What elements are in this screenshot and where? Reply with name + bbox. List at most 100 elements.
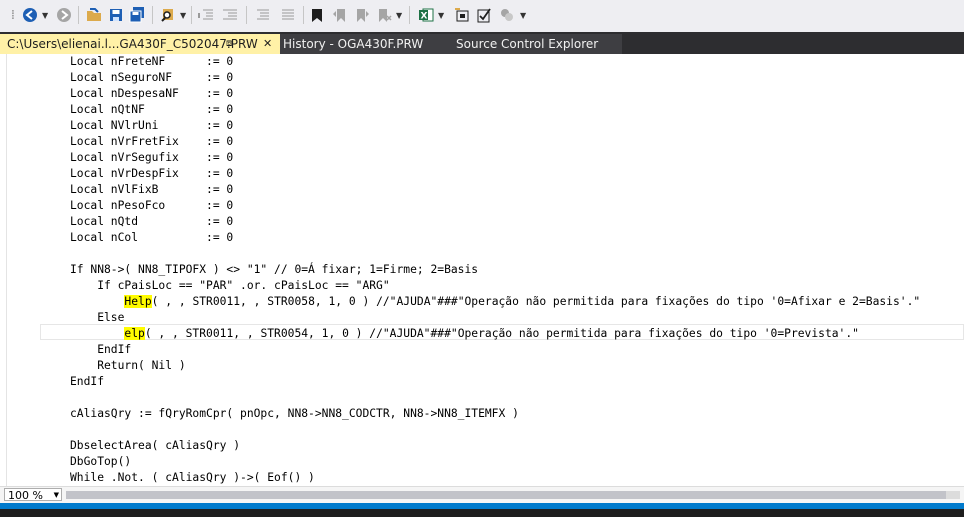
code-line[interactable]: Return( Nil ) bbox=[70, 358, 920, 374]
open-folder-icon[interactable] bbox=[84, 6, 104, 24]
code-line[interactable]: If cPaisLoc == "PAR" .or. cPaisLoc == "A… bbox=[70, 278, 920, 294]
indent-icon[interactable] bbox=[220, 6, 240, 24]
code-text: Local nVrDespFix := 0 bbox=[70, 167, 234, 180]
toolbar: ⁞ ▼ ▼ ▼ X ▼ ▼ bbox=[0, 0, 964, 32]
code-line[interactable]: Help( , , STR0011, , STR0058, 1, 0 ) //"… bbox=[70, 294, 920, 310]
code-line[interactable]: DbGoTop() bbox=[70, 454, 920, 470]
outdent-icon[interactable] bbox=[196, 6, 216, 24]
toolbar-separator bbox=[303, 6, 304, 24]
code-text: Else bbox=[70, 311, 125, 324]
code-line[interactable]: Local nVlFixB := 0 bbox=[70, 182, 920, 198]
code-line[interactable]: EndIf bbox=[70, 374, 920, 390]
code-text: Local nVlFixB := 0 bbox=[70, 183, 234, 196]
code-line[interactable]: DbselectArea( cAliasQry ) bbox=[70, 438, 920, 454]
editor-status-bar: 100 % ▼ bbox=[0, 486, 964, 503]
code-line[interactable]: EndIf bbox=[70, 342, 920, 358]
code-text: Local nQtd := 0 bbox=[70, 215, 234, 228]
tab-label: Source Control Explorer bbox=[456, 37, 599, 51]
horizontal-scrollbar[interactable] bbox=[66, 491, 960, 499]
tab-history[interactable]: History - OGA430F.PRW bbox=[280, 34, 450, 54]
code-line[interactable]: Local nSeguroNF := 0 bbox=[70, 70, 920, 86]
close-icon[interactable]: ✕ bbox=[263, 34, 272, 54]
code-line[interactable]: If NN8->( NN8_TIPOFX ) <> "1" // 0=Á fix… bbox=[70, 262, 920, 278]
tab-active-document[interactable]: C:\Users\elienai.l...GA430F_C502047.PRW … bbox=[0, 34, 280, 54]
pin-icon[interactable]: ⧈ bbox=[226, 34, 232, 54]
save-icon[interactable] bbox=[107, 6, 125, 24]
code-line[interactable]: Local nQtNF := 0 bbox=[70, 102, 920, 118]
search-highlight: elp bbox=[124, 327, 145, 340]
code-line[interactable]: Local nVrFretFix := 0 bbox=[70, 134, 920, 150]
code-line[interactable]: Local nCol := 0 bbox=[70, 230, 920, 246]
code-line[interactable]: Local nQtd := 0 bbox=[70, 214, 920, 230]
excel-icon[interactable]: X bbox=[416, 6, 436, 24]
scrollbar-thumb[interactable] bbox=[66, 491, 946, 499]
code-line[interactable]: Local nFreteNF := 0 bbox=[70, 54, 920, 70]
excel-dropdown-icon[interactable]: ▼ bbox=[438, 11, 444, 20]
code-text: cAliasQry := fQryRomCpr( pnOpc, NN8->NN8… bbox=[70, 407, 519, 420]
taskbar-edge bbox=[0, 509, 964, 517]
code-text: Local nDespesaNF := 0 bbox=[70, 87, 234, 100]
comment-icon[interactable] bbox=[278, 6, 298, 24]
code-line[interactable]: While .Not. ( cAliasQry )->( Eof() ) bbox=[70, 470, 920, 486]
code-line[interactable] bbox=[70, 422, 920, 438]
code-line[interactable]: Local nVrDespFix := 0 bbox=[70, 166, 920, 182]
zoom-dropdown[interactable]: 100 % ▼ bbox=[4, 488, 62, 502]
next-bookmark-icon[interactable] bbox=[352, 6, 372, 24]
code-line[interactable] bbox=[70, 246, 920, 262]
align-icon[interactable] bbox=[253, 6, 273, 24]
code-text: DbGoTop() bbox=[70, 455, 132, 468]
code-text: If cPaisLoc == "PAR" .or. cPaisLoc == "A… bbox=[70, 279, 390, 292]
save-all-icon[interactable] bbox=[127, 6, 147, 24]
code-line[interactable]: Else bbox=[70, 310, 920, 326]
toolbar-separator bbox=[152, 6, 153, 24]
toolbar-separator bbox=[191, 6, 192, 24]
chevron-down-icon: ▼ bbox=[53, 491, 59, 499]
zoom-value: 100 % bbox=[8, 489, 43, 502]
checklist-icon[interactable] bbox=[474, 6, 494, 24]
code-text: While .Not. ( cAliasQry )->( Eof() ) bbox=[70, 471, 315, 484]
code-text: ( , , STR0011, , STR0058, 1, 0 ) //"AJUD… bbox=[151, 295, 921, 308]
object-icon[interactable] bbox=[452, 6, 472, 24]
code-text: Local nCol := 0 bbox=[70, 231, 234, 244]
code-text: If NN8->( NN8_TIPOFX ) <> "1" // 0=Á fix… bbox=[70, 263, 479, 276]
code-text: EndIf bbox=[70, 375, 105, 388]
code-line[interactable]: Local NVlrUni := 0 bbox=[70, 118, 920, 134]
toolbar-separator bbox=[246, 6, 247, 24]
back-arrow-icon[interactable] bbox=[20, 6, 40, 24]
prev-bookmark-icon[interactable] bbox=[330, 6, 350, 24]
compare-icon[interactable] bbox=[497, 6, 517, 24]
code-editor[interactable]: Local nFreteNF := 0 Local nSeguroNF := 0 L… bbox=[0, 54, 964, 486]
svg-text:X: X bbox=[421, 12, 428, 22]
search-highlight: Help bbox=[124, 295, 152, 308]
find-icon[interactable] bbox=[158, 6, 178, 24]
tab-source-control-explorer[interactable]: Source Control Explorer bbox=[450, 34, 622, 54]
code-text: Local NVlrUni := 0 bbox=[70, 119, 234, 132]
find-dropdown-icon[interactable]: ▼ bbox=[180, 11, 186, 20]
code-line[interactable]: Local nPesoFco := 0 bbox=[70, 198, 920, 214]
code-lines[interactable]: Local nFreteNF := 0 Local nSeguroNF := 0 L… bbox=[70, 54, 920, 486]
bookmark-icon[interactable] bbox=[308, 6, 326, 24]
code-text: ( , , STR0011, , STR0054, 1, 0 ) //"AJUD… bbox=[144, 327, 859, 340]
code-line[interactable]: elp( , , STR0011, , STR0054, 1, 0 ) //"A… bbox=[70, 326, 920, 342]
forward-arrow-icon[interactable] bbox=[54, 6, 74, 24]
code-text: Local nVrSegufix := 0 bbox=[70, 151, 234, 164]
editor-gutter[interactable] bbox=[0, 54, 7, 486]
code-text: Local nQtNF := 0 bbox=[70, 103, 234, 116]
clear-bookmarks-icon[interactable] bbox=[374, 6, 394, 24]
bookmark-dropdown-icon[interactable]: ▼ bbox=[396, 11, 402, 20]
compare-dropdown-icon[interactable]: ▼ bbox=[520, 11, 526, 20]
code-line[interactable]: Local nDespesaNF := 0 bbox=[70, 86, 920, 102]
code-line[interactable]: Local nVrSegufix := 0 bbox=[70, 150, 920, 166]
code-text: Local nSeguroNF := 0 bbox=[70, 71, 234, 84]
toolbar-separator bbox=[409, 6, 410, 24]
code-line[interactable]: cAliasQry := fQryRomCpr( pnOpc, NN8->NN8… bbox=[70, 406, 920, 422]
code-line[interactable] bbox=[70, 390, 920, 406]
tab-label: C:\Users\elienai.l...GA430F_C502047.PRW bbox=[7, 37, 258, 51]
code-text: Return( Nil ) bbox=[70, 359, 186, 372]
tab-label: History - OGA430F.PRW bbox=[283, 37, 424, 51]
code-text: DbselectArea( cAliasQry ) bbox=[70, 439, 241, 452]
back-dropdown-icon[interactable]: ▼ bbox=[42, 11, 48, 20]
code-text: Local nFreteNF := 0 bbox=[70, 55, 234, 68]
